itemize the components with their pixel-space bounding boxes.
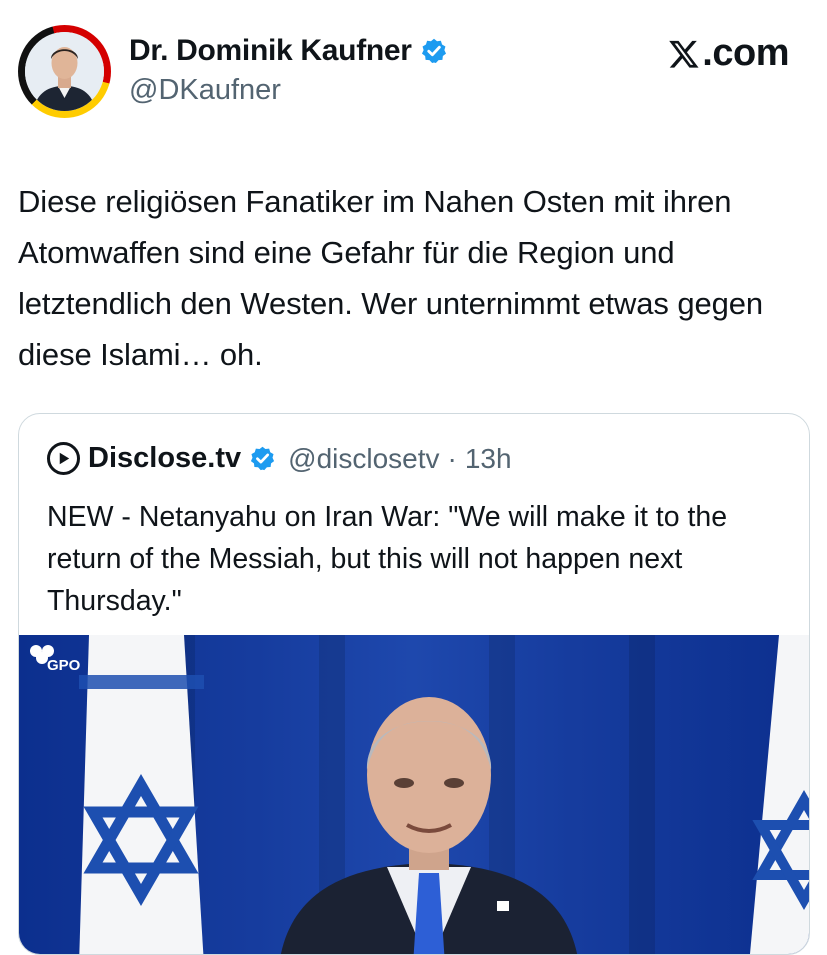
israeli-flag-right [750, 635, 809, 954]
author-handle[interactable]: @DKaufner [129, 74, 281, 107]
gpo-label: GPO [47, 657, 81, 674]
author-name[interactable]: Dr. Dominik Kaufner [129, 34, 412, 68]
verified-badge-icon [251, 446, 275, 471]
quoted-post-text: NEW - Netanyahu on Iran War: "We will ma… [47, 501, 728, 617]
israeli-flag-left [79, 635, 204, 954]
quoted-post-card[interactable]: Disclose.tv @disclosetv · 13h NEW - Neta… [18, 413, 810, 955]
avatar-photo [25, 32, 104, 111]
quoted-author-name[interactable]: Disclose.tv [88, 442, 241, 475]
gpo-watermark: GPO [27, 643, 80, 674]
quoted-post-video[interactable]: GPO [19, 635, 809, 954]
author-avatar[interactable] [18, 25, 111, 118]
disclose-play-icon [47, 442, 80, 475]
x-logo-icon [669, 40, 699, 68]
quoted-post-header: Disclose.tv @disclosetv · 13h [47, 442, 512, 475]
quoted-post-time[interactable]: 13h [465, 443, 512, 475]
platform-domain: .com [702, 32, 789, 74]
quoted-author-handle[interactable]: @disclosetv [288, 443, 439, 475]
post-text: Diese religiösen Fanatiker im Nahen Oste… [18, 184, 764, 372]
platform-brand: .com [667, 32, 789, 75]
verified-badge-icon [421, 38, 446, 64]
speaker-figure [281, 697, 577, 954]
author-name-row: Dr. Dominik Kaufner [129, 34, 448, 68]
meta-separator: · [447, 442, 457, 474]
